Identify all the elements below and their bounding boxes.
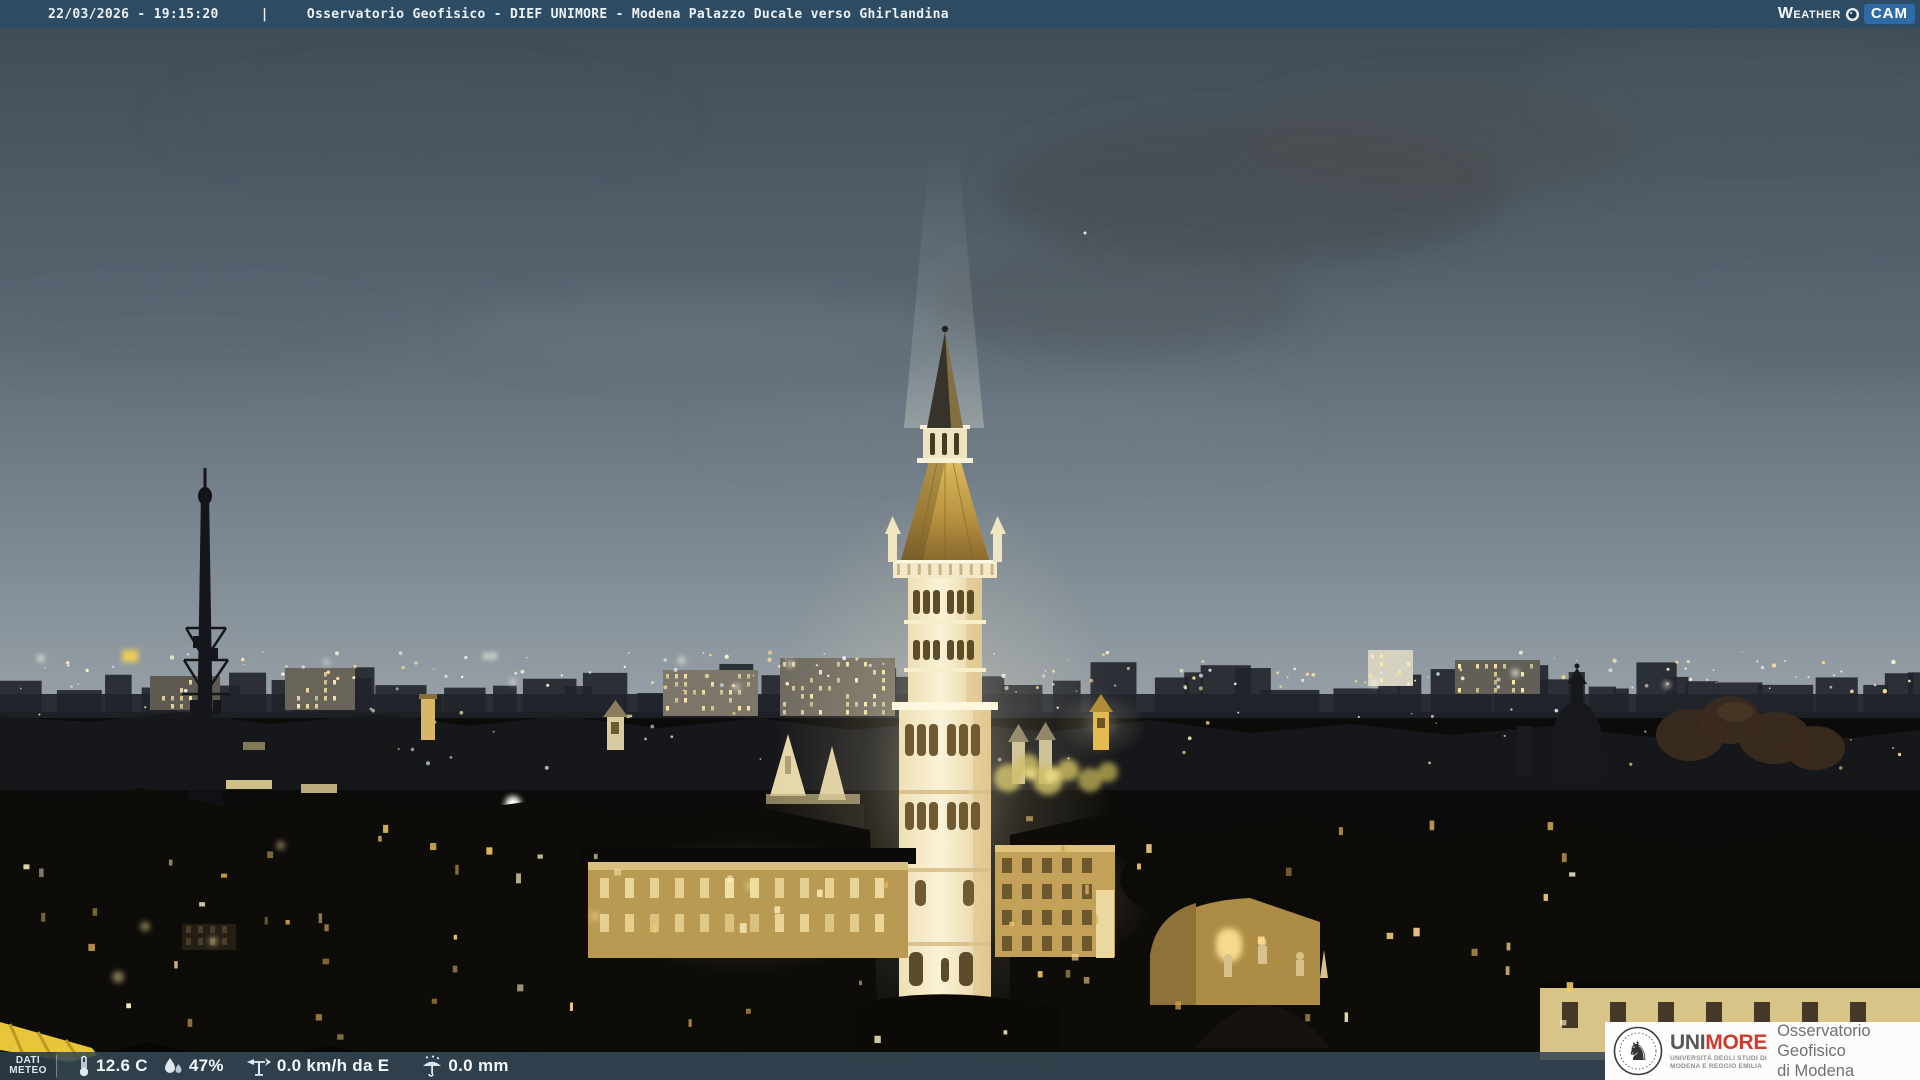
palazzo-ducale-facade [995,845,1115,958]
webcam-scene [0,0,1920,1080]
webcam-view: 22/03/2026 - 19:15:20 | Osservatorio Geo… [0,0,1920,1080]
observatory-name-line2: di Modena [1777,1061,1920,1080]
header-bar: 22/03/2026 - 19:15:20 | Osservatorio Geo… [0,0,1920,28]
meteo-separator [56,1055,57,1077]
temperature-reading: 12.6 C [77,1055,148,1077]
rain-icon [421,1055,443,1077]
palazzo-facade [580,848,916,958]
unimore-seal-icon: ♞ [1613,1024,1663,1078]
unimore-wordmark: UNIMORE UNIVERSITÀ DEGLI STUDI DI MODENA… [1670,1032,1767,1070]
thermometer-icon [77,1055,91,1077]
golden-strip-tower [419,694,437,740]
wind-reading: 0.0 km/h da E [246,1055,390,1077]
observatory-name: Osservatorio Geofisico di Modena [1777,1021,1920,1080]
observatory-name-line1: Osservatorio Geofisico [1777,1021,1920,1061]
humidity-icon [162,1056,184,1076]
wind-vane-icon [246,1055,272,1077]
timestamp: 22/03/2026 - 19:15:20 [48,7,219,22]
unimore-more-text: MORE [1705,1031,1767,1054]
svg-text:♞: ♞ [1626,1037,1649,1067]
camera-title: Osservatorio Geofisico - DIEF UNIMORE - … [307,7,949,22]
unimore-subtitle-line1: UNIVERSITÀ DEGLI STUDI DI [1670,1055,1767,1063]
wind-value: 0.0 km/h da E [277,1056,390,1076]
weathercam-logo: Weather CAM [1778,4,1915,24]
rain-value: 0.0 mm [448,1056,508,1076]
dati-meteo-label: DATI METEO [0,1052,56,1080]
weathercam-weather-label: Weather [1778,5,1841,23]
unimore-uni-text: UNI [1670,1031,1705,1054]
temperature-value: 12.6 C [96,1056,148,1076]
chimney-cluster [182,924,236,950]
weathercam-cam-badge: CAM [1864,4,1915,24]
camera-lens-icon [1845,7,1860,22]
unimore-logo-box: ♞ UNIMORE UNIVERSITÀ DEGLI STUDI DI MODE… [1605,1022,1920,1080]
rain-reading: 0.0 mm [421,1055,508,1077]
unimore-subtitle-line2: MODENA E REGGIO EMILIA [1670,1063,1767,1071]
humidity-reading: 47% [162,1056,224,1076]
dati-label-line2: METEO [0,1066,56,1076]
humidity-value: 47% [189,1056,224,1076]
star-dot [1084,232,1087,235]
separator: | [261,7,269,22]
